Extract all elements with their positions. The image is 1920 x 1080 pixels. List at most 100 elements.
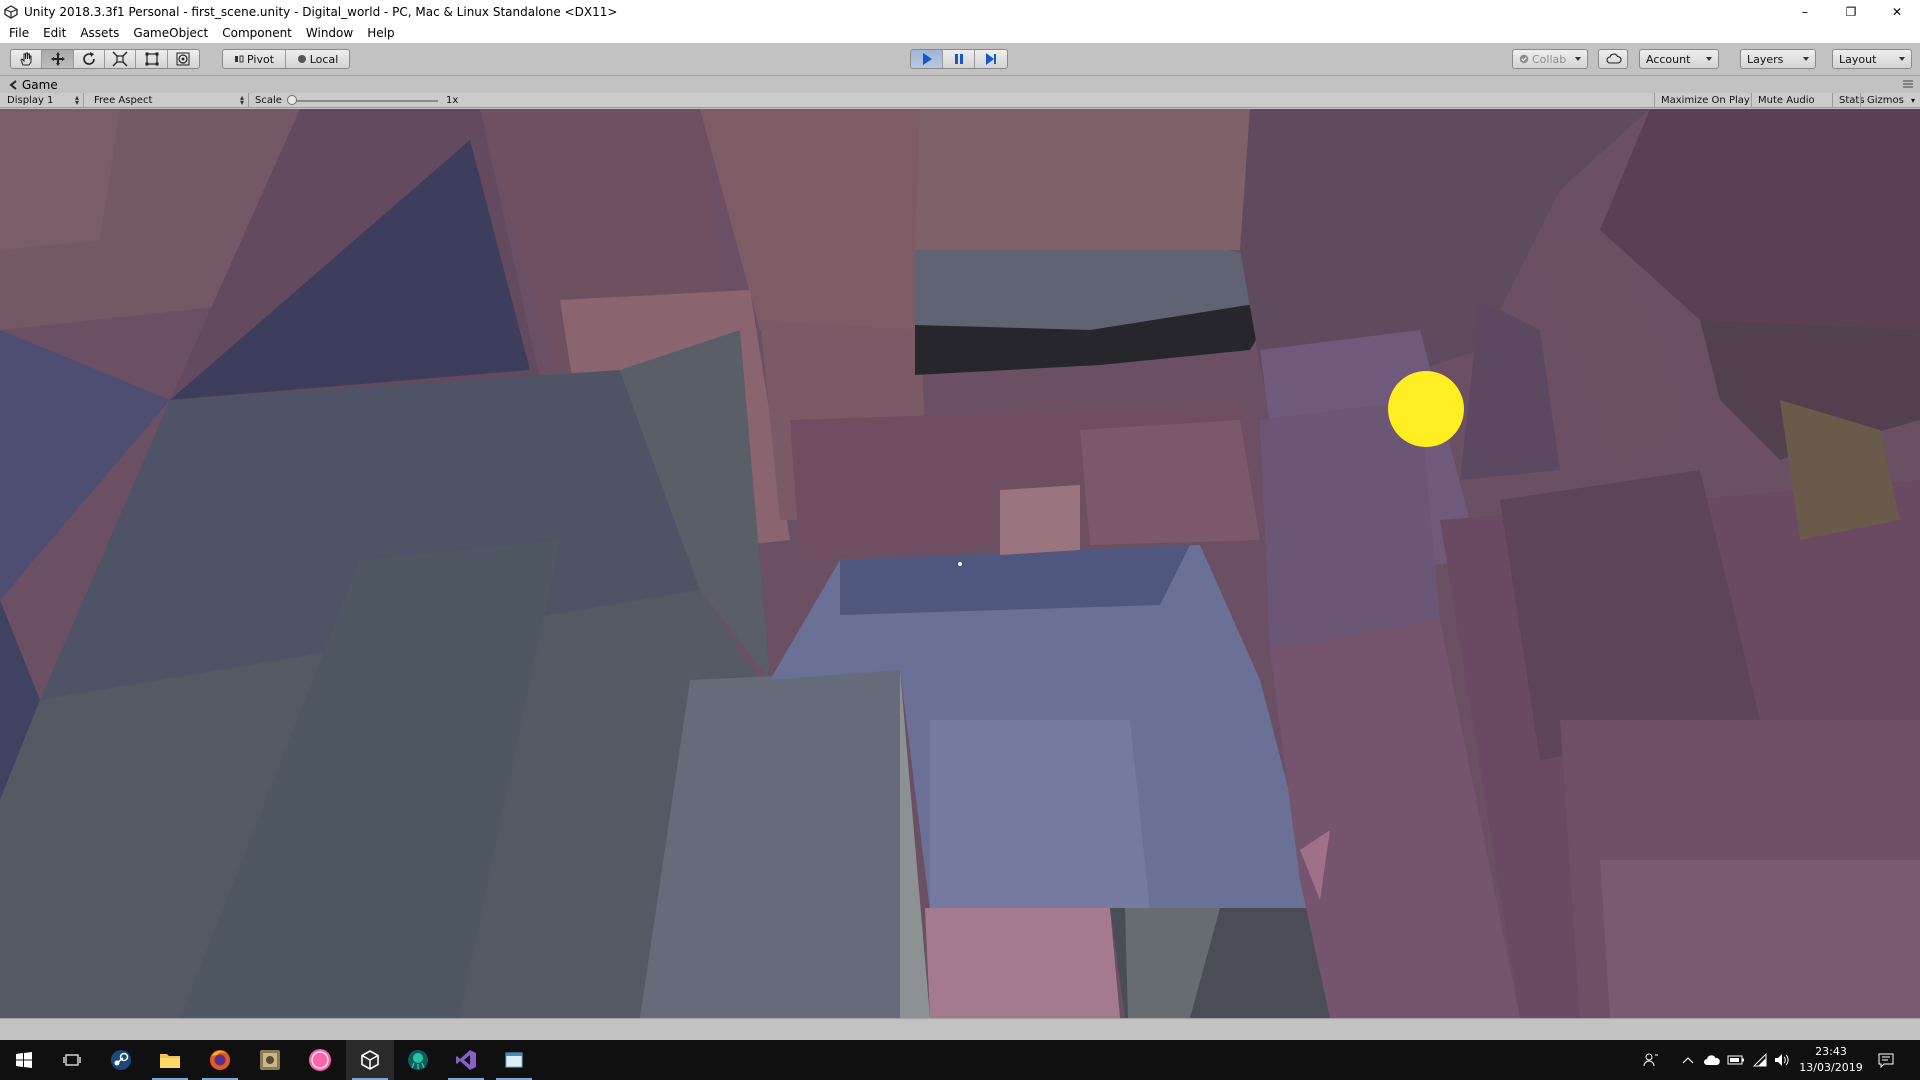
play-button[interactable] xyxy=(911,50,943,68)
menu-file[interactable]: File xyxy=(2,23,36,43)
menu-gameobject[interactable]: GameObject xyxy=(126,23,215,43)
local-toggle[interactable]: Local xyxy=(286,50,349,68)
taskbar-osu[interactable] xyxy=(296,1040,344,1080)
restore-button[interactable]: ❐ xyxy=(1828,0,1874,23)
chevron-down-icon xyxy=(1803,57,1809,61)
play-controls-group xyxy=(910,49,1008,69)
layout-label: Layout xyxy=(1839,52,1877,66)
display-label: Display 1 xyxy=(7,95,54,106)
scale-icon xyxy=(112,51,128,67)
taskbar-clock[interactable]: 23:43 13/03/2019 xyxy=(1788,1044,1874,1076)
cloud-icon xyxy=(1606,53,1622,64)
display-dropdown[interactable]: Display 1 ▴ ▾ xyxy=(0,93,84,108)
chevron-up-icon[interactable] xyxy=(1678,1050,1698,1070)
chevron-down-icon xyxy=(1575,57,1581,61)
taskbar-steam[interactable] xyxy=(97,1040,145,1080)
window-title: Unity 2018.3.3f1 Personal - first_scene.… xyxy=(24,4,618,19)
folder-icon xyxy=(160,1054,180,1068)
account-dropdown[interactable]: Account xyxy=(1639,49,1719,69)
minimize-button[interactable]: – xyxy=(1782,0,1828,23)
move-arrows-icon xyxy=(50,52,65,66)
menu-help[interactable]: Help xyxy=(360,23,401,43)
transform-tools-group xyxy=(10,49,200,69)
sun-sphere xyxy=(1388,371,1464,447)
move-tool-button[interactable] xyxy=(42,50,74,68)
crosshair-dot xyxy=(958,562,962,566)
unity-icon xyxy=(361,1050,379,1070)
onedrive-cloud-icon[interactable] xyxy=(1702,1050,1722,1070)
hand-icon xyxy=(20,52,32,66)
menu-component[interactable]: Component xyxy=(215,23,299,43)
chevron-down-icon xyxy=(1706,57,1712,61)
maximize-on-play-toggle[interactable]: Maximize On Play xyxy=(1654,93,1756,108)
game-viewport[interactable] xyxy=(0,109,1920,1018)
wifi-icon[interactable] xyxy=(1750,1050,1770,1070)
taskbar-gitkraken[interactable] xyxy=(394,1040,442,1080)
gizmos-label: Gizmos xyxy=(1867,95,1904,106)
notifications-icon[interactable] xyxy=(1876,1050,1896,1070)
aspect-label: Free Aspect xyxy=(94,95,153,106)
windows-taskbar: 23:43 13/03/2019 xyxy=(0,1040,1920,1080)
hand-tool-button[interactable] xyxy=(11,50,43,68)
scale-slider-track[interactable] xyxy=(292,100,438,102)
tab-game[interactable]: Game xyxy=(0,76,58,93)
menu-assets[interactable]: Assets xyxy=(73,23,126,43)
game-scene-render xyxy=(0,109,1920,1018)
panel-menu-icon[interactable] xyxy=(1902,79,1914,89)
battery-icon[interactable] xyxy=(1726,1050,1746,1070)
taskbar-file-explorer[interactable] xyxy=(146,1040,194,1080)
scale-tool-button[interactable] xyxy=(105,50,137,68)
game-controller-icon xyxy=(9,79,17,90)
visual-studio-icon xyxy=(456,1050,476,1070)
people-icon[interactable] xyxy=(1641,1050,1661,1070)
step-button[interactable] xyxy=(975,50,1007,68)
taskbar-firefox[interactable] xyxy=(196,1040,244,1080)
gizmos-dropdown[interactable]: Gizmos ▾ xyxy=(1860,93,1920,108)
taskbar-notepad-app[interactable] xyxy=(490,1040,538,1080)
mute-audio-toggle[interactable]: Mute Audio xyxy=(1751,93,1821,108)
pivot-label: Pivot xyxy=(247,52,275,66)
transform-tool-button[interactable] xyxy=(168,50,199,68)
pivot-local-group: Pivot Local xyxy=(222,49,350,69)
pause-icon xyxy=(954,54,963,64)
step-icon xyxy=(986,53,996,65)
rotate-tool-button[interactable] xyxy=(74,50,106,68)
osu-icon xyxy=(309,1049,331,1071)
close-button[interactable]: ✕ xyxy=(1874,0,1920,23)
rect-transform-icon xyxy=(145,52,159,66)
menu-edit[interactable]: Edit xyxy=(36,23,73,43)
scale-slider-thumb[interactable] xyxy=(287,95,297,105)
taskbar-visual-studio[interactable] xyxy=(442,1040,490,1080)
cloud-services-button[interactable] xyxy=(1598,49,1628,69)
pivot-toggle[interactable]: Pivot xyxy=(223,50,287,68)
steam-icon xyxy=(111,1050,131,1070)
task-view-button[interactable] xyxy=(48,1040,96,1080)
rect-tool-button[interactable] xyxy=(136,50,168,68)
scale-label: Scale xyxy=(255,95,282,106)
status-bar xyxy=(0,1018,1920,1040)
notepad-icon xyxy=(505,1052,523,1068)
layers-dropdown[interactable]: Layers xyxy=(1740,49,1816,69)
pause-button[interactable] xyxy=(943,50,975,68)
editor-toolbar: Pivot Local Collab Account Layers Layout xyxy=(0,43,1920,76)
scale-value: 1x xyxy=(446,95,459,106)
clock-time: 23:43 xyxy=(1815,1045,1847,1058)
layout-dropdown[interactable]: Layout xyxy=(1832,49,1912,69)
taskbar-unity[interactable] xyxy=(346,1040,394,1080)
collab-dropdown[interactable]: Collab xyxy=(1512,49,1588,69)
collab-check-icon xyxy=(1519,54,1529,64)
gitkraken-icon xyxy=(408,1050,428,1070)
collab-label: Collab xyxy=(1532,52,1567,66)
clock-date: 13/03/2019 xyxy=(1799,1061,1863,1074)
layers-label: Layers xyxy=(1747,52,1784,66)
game-tab-label: Game xyxy=(22,77,58,92)
menu-window[interactable]: Window xyxy=(299,23,360,43)
rotate-icon xyxy=(83,52,95,65)
aspect-dropdown[interactable]: Free Aspect ▴ ▾ xyxy=(87,93,249,108)
game-panel-header: Game xyxy=(0,76,1920,93)
updown-arrows-icon: ▴ ▾ xyxy=(239,93,244,107)
taskbar-image-app[interactable] xyxy=(246,1040,294,1080)
account-label: Account xyxy=(1646,52,1691,66)
updown-arrows-icon: ▴ ▾ xyxy=(74,93,79,107)
start-button[interactable] xyxy=(0,1040,48,1080)
